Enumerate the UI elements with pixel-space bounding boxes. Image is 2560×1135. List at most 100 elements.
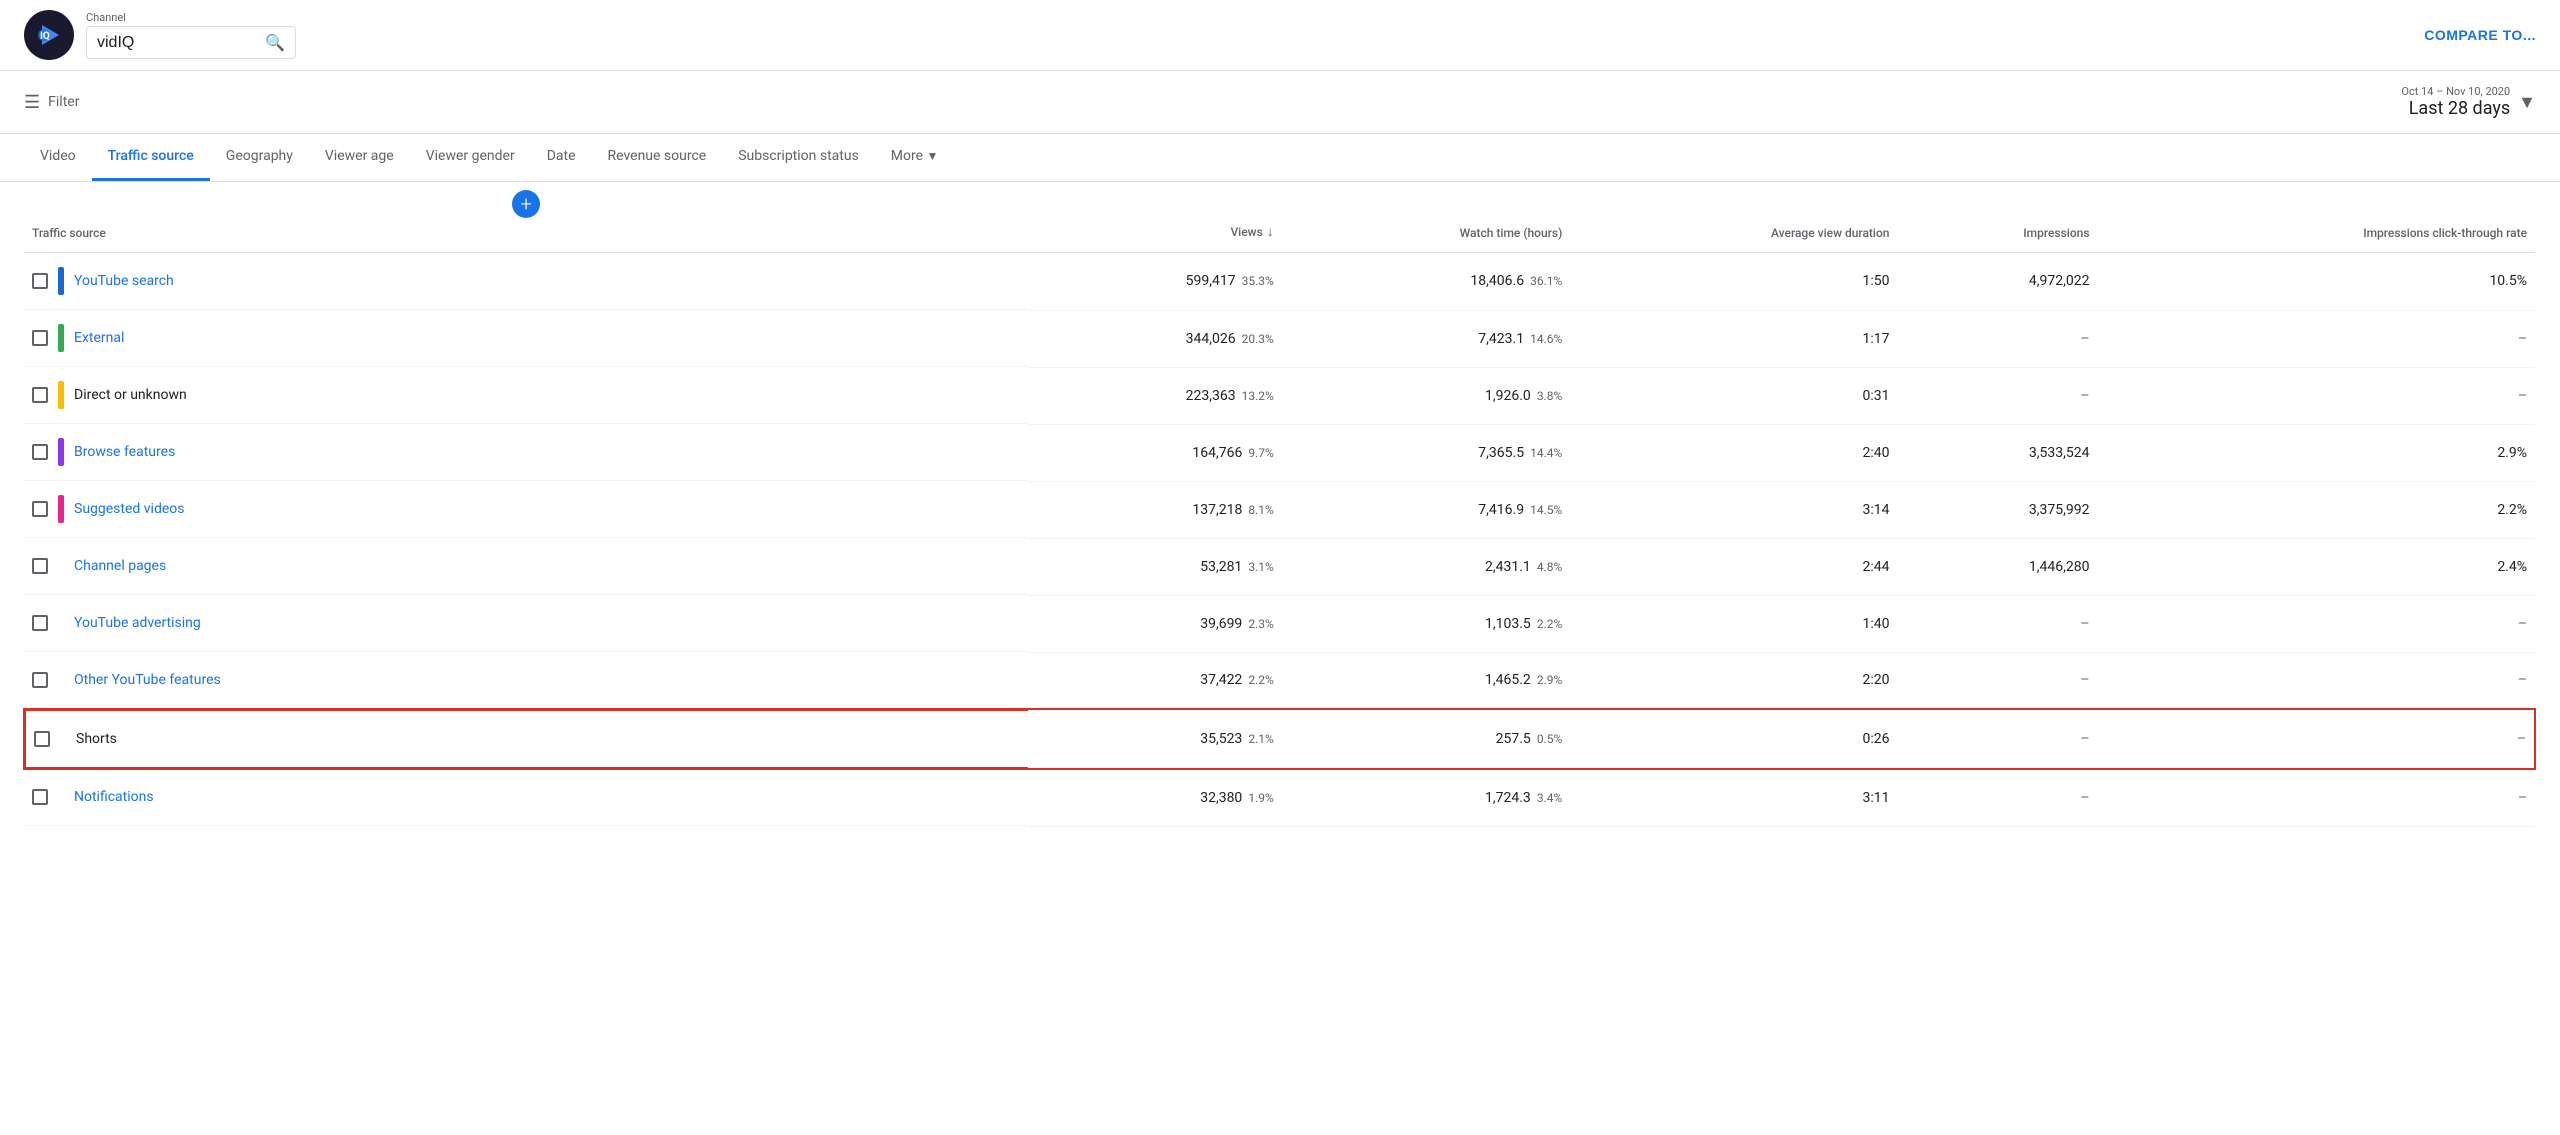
col-header-avg-view: Average view duration (1570, 182, 1897, 253)
color-bar (58, 783, 64, 811)
views-cell: 32,3801.9% (1028, 769, 1281, 826)
source-name-plain: Direct or unknown (74, 387, 187, 403)
search-box[interactable]: 🔍 (86, 26, 296, 59)
avg-view-cell: 1:50 (1570, 253, 1897, 311)
chevron-down-icon: ▼ (927, 149, 939, 163)
source-name-link[interactable]: Notifications (74, 789, 154, 805)
source-cell-notifications: Notifications (24, 769, 1028, 826)
tab-viewer-gender[interactable]: Viewer gender (410, 134, 531, 181)
date-range-value: Last 28 days (2401, 98, 2510, 119)
avg-view-cell: 0:26 (1570, 709, 1897, 769)
watch-time-cell: 1,926.03.8% (1282, 367, 1571, 424)
views-cell: 599,41735.3% (1028, 253, 1281, 311)
source-name-link[interactable]: Channel pages (74, 558, 166, 574)
table-row: External 344,02620.3%7,423.114.6%1:17–– (24, 310, 2535, 367)
row-checkbox[interactable] (32, 789, 48, 805)
views-cell: 223,36313.2% (1028, 367, 1281, 424)
row-checkbox[interactable] (32, 558, 48, 574)
add-column-button[interactable]: + (512, 190, 540, 218)
avg-view-cell: 2:20 (1570, 652, 1897, 709)
views-cell: 39,6992.3% (1028, 595, 1281, 652)
avg-view-cell: 3:14 (1570, 481, 1897, 538)
row-checkbox[interactable] (32, 330, 48, 346)
ctr-cell: 2.2% (2098, 481, 2535, 538)
source-cell-direct-unknown: Direct or unknown (24, 367, 1028, 424)
sort-arrow-icon[interactable]: ↓ (1267, 223, 1274, 240)
col-header-views: Views ↓ (1028, 182, 1281, 253)
impressions-cell: 3,533,524 (1897, 424, 2097, 481)
ctr-cell: – (2098, 310, 2535, 367)
table-row: Shorts 35,5232.1%257.50.5%0:26–– (24, 709, 2535, 769)
source-name-link[interactable]: YouTube search (74, 273, 174, 289)
row-checkbox[interactable] (34, 731, 50, 747)
tabs-bar: VideoTraffic sourceGeographyViewer ageVi… (0, 134, 2560, 182)
ctr-cell: – (2098, 652, 2535, 709)
impressions-cell: – (1897, 367, 2097, 424)
source-cell-other-youtube-features: Other YouTube features (24, 652, 1028, 709)
row-checkbox[interactable] (32, 501, 48, 517)
ctr-cell: 2.4% (2098, 538, 2535, 595)
impressions-cell: 3,375,992 (1897, 481, 2097, 538)
tab-subscription-status[interactable]: Subscription status (722, 134, 875, 181)
source-name-link[interactable]: Other YouTube features (74, 672, 221, 688)
source-name-link[interactable]: External (74, 330, 124, 346)
views-cell: 344,02620.3% (1028, 310, 1281, 367)
source-name-plain: Shorts (76, 731, 117, 747)
color-bar (60, 725, 66, 753)
impressions-cell: – (1897, 595, 2097, 652)
source-cell-channel-pages: Channel pages (24, 538, 1028, 595)
row-checkbox[interactable] (32, 444, 48, 460)
channel-info: Channel 🔍 (86, 11, 296, 59)
color-bar (58, 267, 64, 295)
date-range: Oct 14 – Nov 10, 2020 Last 28 days (2401, 85, 2510, 119)
ctr-cell: – (2098, 595, 2535, 652)
logo[interactable]: IQ (24, 10, 74, 60)
ctr-cell: 2.9% (2098, 424, 2535, 481)
table-row: Direct or unknown 223,36313.2%1,926.03.8… (24, 367, 2535, 424)
col-header-watch-time: Watch time (hours) (1282, 182, 1571, 253)
tab-revenue-source[interactable]: Revenue source (592, 134, 723, 181)
color-bar (58, 609, 64, 637)
date-range-wrapper[interactable]: Oct 14 – Nov 10, 2020 Last 28 days ▼ (2401, 85, 2536, 119)
table-row: YouTube search 599,41735.3%18,406.636.1%… (24, 253, 2535, 311)
tab-traffic-source[interactable]: Traffic source (92, 134, 210, 181)
watch-time-cell: 7,365.514.4% (1282, 424, 1571, 481)
ctr-cell: – (2098, 367, 2535, 424)
source-cell-browse-features: Browse features (24, 424, 1028, 481)
search-icon[interactable]: 🔍 (265, 33, 285, 52)
source-cell-suggested-videos: Suggested videos (24, 481, 1028, 538)
source-name-link[interactable]: Suggested videos (74, 501, 185, 517)
date-dropdown-arrow[interactable]: ▼ (2518, 92, 2536, 113)
watch-time-cell: 18,406.636.1% (1282, 253, 1571, 311)
avg-view-cell: 3:11 (1570, 769, 1897, 826)
tab-more[interactable]: More ▼ (875, 134, 955, 181)
watch-time-cell: 1,465.22.9% (1282, 652, 1571, 709)
svg-text:IQ: IQ (40, 31, 50, 42)
tab-viewer-age[interactable]: Viewer age (309, 134, 410, 181)
ctr-cell: – (2098, 769, 2535, 826)
source-name-link[interactable]: Browse features (74, 444, 175, 460)
filter-left[interactable]: ☰ Filter (24, 92, 79, 113)
row-checkbox[interactable] (32, 672, 48, 688)
table-row: Channel pages 53,2813.1%2,431.14.8%2:441… (24, 538, 2535, 595)
impressions-cell: – (1897, 769, 2097, 826)
source-name-link[interactable]: YouTube advertising (74, 615, 201, 631)
tab-geography[interactable]: Geography (210, 134, 309, 181)
row-checkbox[interactable] (32, 615, 48, 631)
table-row: Other YouTube features 37,4222.2%1,465.2… (24, 652, 2535, 709)
views-cell: 137,2188.1% (1028, 481, 1281, 538)
tab-video[interactable]: Video (24, 134, 92, 181)
impressions-cell: – (1897, 652, 2097, 709)
search-input[interactable] (97, 34, 257, 52)
watch-time-cell: 7,423.114.6% (1282, 310, 1571, 367)
watch-time-cell: 2,431.14.8% (1282, 538, 1571, 595)
row-checkbox[interactable] (32, 387, 48, 403)
impressions-cell: – (1897, 310, 2097, 367)
tab-date[interactable]: Date (531, 134, 592, 181)
compare-to-button[interactable]: COMPARE TO... (2424, 27, 2536, 43)
col-header-source: + Traffic source (24, 182, 1028, 253)
impressions-cell: – (1897, 709, 2097, 769)
row-checkbox[interactable] (32, 273, 48, 289)
header: IQ Channel 🔍 COMPARE TO... (0, 0, 2560, 71)
table-container: + Traffic source Views ↓ Watch time (hou… (0, 182, 2560, 827)
